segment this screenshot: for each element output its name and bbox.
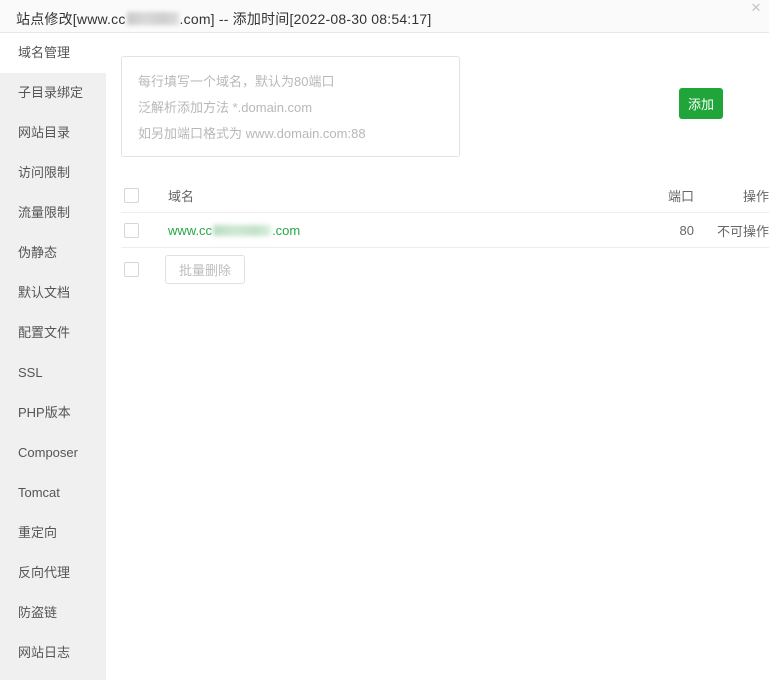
sidebar-item-site-log[interactable]: 网站日志 (0, 633, 106, 673)
header-domain: 域名 (168, 188, 195, 204)
sidebar-item-reverse-proxy[interactable]: 反向代理 (0, 553, 106, 593)
sidebar-item-traffic-limit[interactable]: 流量限制 (0, 193, 106, 233)
cell-port: 80 (679, 222, 694, 238)
sidebar-item-default-document[interactable]: 默认文档 (0, 273, 106, 313)
sidebar-item-composer[interactable]: Composer (0, 433, 106, 473)
header-port: 端口 (667, 188, 694, 204)
sidebar-item-rewrite[interactable]: 伪静态 (0, 233, 106, 273)
sidebar-item-redirect[interactable]: 重定向 (0, 513, 106, 553)
cell-domain: www.cc .com (168, 213, 629, 248)
batch-delete-button[interactable]: 批量删除 (165, 255, 246, 284)
domain-table-head: 域名 端口 操作 (121, 178, 769, 213)
cell-operation: 不可操作 (716, 223, 769, 239)
window-titlebar: 站点修改[www.cc .com] -- 添加时间[2022-08-30 08:5… (0, 0, 769, 33)
sidebar-item-site-directory[interactable]: 网站目录 (0, 113, 106, 153)
domain-link[interactable]: www.cc .com (168, 223, 300, 238)
page-title-suffix: .com] -- 添加时间[2022-08-30 08:54:17] (179, 11, 432, 27)
table-row: www.cc .com 80 不可操作 (121, 213, 769, 248)
sidebar-item-tomcat[interactable]: Tomcat (0, 473, 106, 513)
row-select-cell (121, 213, 168, 248)
domain-table: 域名 端口 操作 www.cc .com 80 不可操作 (121, 178, 769, 248)
domain-input[interactable] (121, 56, 460, 157)
sidebar-item-subdirectory-binding[interactable]: 子目录绑定 (0, 73, 106, 113)
select-all-cell (121, 178, 168, 213)
select-all-checkbox[interactable] (124, 188, 139, 204)
sidebar-item-ssl[interactable]: SSL (0, 353, 106, 393)
batch-action-bar: 批量删除 (121, 255, 766, 285)
sidebar-item-domain-manage[interactable]: 域名管理 (0, 33, 106, 73)
page-title: 站点修改[www.cc .com] -- 添加时间[2022-08-30 08:5… (16, 9, 431, 29)
domain-suffix: .com (272, 222, 301, 238)
page-title-prefix: 站点修改[www.cc (16, 11, 126, 27)
sidebar-item-php-version[interactable]: PHP版本 (0, 393, 106, 433)
domain-prefix: www.cc (168, 222, 213, 238)
sidebar-item-config-file[interactable]: 配置文件 (0, 313, 106, 353)
settings-sidebar: 域名管理 子目录绑定 网站目录 访问限制 流量限制 伪静态 默认文档 配置文件 … (0, 33, 106, 680)
domain-table-body: www.cc .com 80 不可操作 (121, 213, 769, 248)
add-button[interactable]: 添加 (679, 88, 723, 119)
redacted-domain-block (126, 12, 179, 25)
main-panel: 添加 域名 端口 操作 www.cc .com 80 不可操作 (106, 33, 769, 680)
batch-select-checkbox[interactable] (124, 262, 139, 277)
sidebar-item-access-restriction[interactable]: 访问限制 (0, 153, 106, 193)
table-header-row: 域名 端口 操作 (121, 178, 769, 213)
sidebar-item-hotlink-protection[interactable]: 防盗链 (0, 593, 106, 633)
redacted-domain-block-row (213, 224, 272, 236)
header-operation: 操作 (742, 188, 769, 204)
row-checkbox[interactable] (124, 223, 139, 239)
close-icon[interactable]: ✕ (749, 1, 763, 15)
add-domain-section: 添加 (106, 33, 769, 158)
